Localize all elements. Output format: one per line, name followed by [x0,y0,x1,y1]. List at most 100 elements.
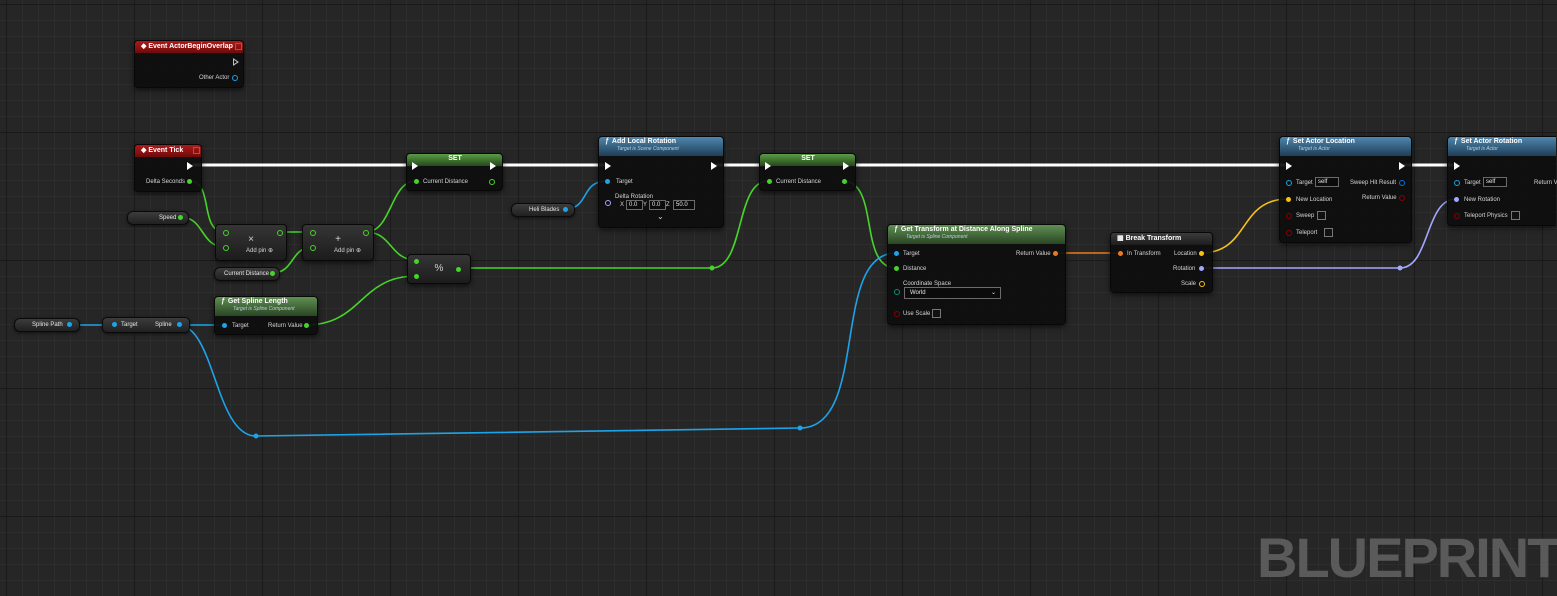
rotator-out-pin[interactable] [1199,266,1204,271]
chevron-down-icon[interactable]: ⌄ [657,213,664,221]
set-actor-rotation-node[interactable]: ƒ Set Actor Rotation Target is Actor Targ… [1447,136,1557,226]
float-in-pin[interactable] [414,274,419,279]
speed-variable[interactable]: Speed [127,211,189,225]
heli-blades-variable[interactable]: Heli Blades [511,203,575,217]
exec-out-pin[interactable] [490,162,496,170]
teleport-physics-checkbox[interactable] [1511,211,1520,220]
bool-in-pin[interactable] [1286,230,1292,236]
collapse-box[interactable] [235,43,242,50]
modulo-node[interactable]: % [407,254,471,284]
object-out-pin[interactable] [67,322,72,327]
node-header[interactable]: ƒ Get Transform at Distance Along Spline … [888,225,1065,244]
object-in-pin[interactable] [112,322,117,327]
float-in-pin[interactable] [414,179,419,184]
float-in-pin[interactable] [223,245,229,251]
object-in-pin[interactable] [894,251,899,256]
add-node[interactable]: + Add pin ⊕ [302,224,374,261]
vector-out-pin[interactable] [1199,251,1204,256]
struct-out-pin[interactable] [1399,180,1405,186]
float-out-pin[interactable] [363,230,369,236]
object-in-pin[interactable] [1286,180,1292,186]
exec-out-pin[interactable] [187,162,193,170]
set-current-distance-node-2[interactable]: SET Current Distance [759,153,856,191]
blueprint-graph[interactable]: ◆ Event ActorBeginOverlap Other Actor ◆ … [0,0,1557,596]
node-header[interactable]: ◆ Event ActorBeginOverlap [135,41,243,53]
transform-in-pin[interactable] [1118,251,1123,256]
break-transform-node[interactable]: ▦ Break Transform In Transform Location … [1110,232,1213,293]
object-out-pin[interactable] [177,322,182,327]
float-out-pin[interactable] [489,179,495,185]
exec-out-pin[interactable] [843,162,849,170]
node-header[interactable]: ƒ Get Spline Length Target is Spline Comp… [215,297,317,316]
exec-in-pin[interactable] [1454,162,1460,170]
transform-out-pin[interactable] [1053,251,1058,256]
float-out-pin[interactable] [456,267,461,272]
sweep-checkbox[interactable] [1317,211,1326,220]
object-out-pin[interactable] [232,75,238,81]
exec-out-pin[interactable] [711,162,717,170]
bool-in-pin[interactable] [894,311,900,317]
pin-label: Sweep Hit Result [1350,180,1397,186]
float-out-pin[interactable] [842,179,847,184]
set-actor-location-node[interactable]: ƒ Set Actor Location Target is Actor Targ… [1279,136,1412,243]
float-out-pin[interactable] [178,215,183,220]
enum-in-pin[interactable] [894,289,900,295]
float-out-pin[interactable] [270,271,275,276]
node-header[interactable]: SET [760,154,855,166]
node-header[interactable]: ƒ Set Actor Rotation Target is Actor [1448,137,1556,156]
vector-in-pin[interactable] [1286,197,1291,202]
object-in-pin[interactable] [1454,180,1460,186]
object-out-pin[interactable] [563,207,568,212]
bool-out-pin[interactable] [1399,195,1405,201]
target-self-input[interactable]: self [1315,177,1339,187]
get-transform-at-distance-node[interactable]: ƒ Get Transform at Distance Along Spline … [887,224,1066,325]
pin-label: Target [1296,180,1313,186]
add-pin-button[interactable]: Add pin ⊕ [246,247,273,254]
rotator-in-pin[interactable] [605,200,611,206]
coordinate-space-dropdown[interactable]: World ⌄ [904,287,1001,299]
use-scale-checkbox[interactable] [932,309,941,318]
rotation-z-input[interactable]: 50.0 [673,200,695,210]
node-header[interactable]: ƒ Set Actor Location Target is Actor [1280,137,1411,156]
rotator-in-pin[interactable] [1454,197,1459,202]
add-pin-button[interactable]: Add pin ⊕ [334,247,361,254]
multiply-node[interactable]: × Add pin ⊕ [215,224,287,261]
exec-in-pin[interactable] [765,162,771,170]
add-local-rotation-node[interactable]: ƒ Add Local Rotation Target is Scene Comp… [598,136,724,228]
node-header[interactable]: SET [407,154,502,166]
node-header[interactable]: ▦ Break Transform [1111,233,1212,245]
float-in-pin[interactable] [767,179,772,184]
collapse-box[interactable] [193,147,200,154]
event-actor-begin-overlap-node[interactable]: ◆ Event ActorBeginOverlap Other Actor [134,40,244,88]
node-title: Event ActorBeginOverlap [148,43,233,50]
exec-in-pin[interactable] [1286,162,1292,170]
node-header[interactable]: ƒ Add Local Rotation Target is Scene Comp… [599,137,723,156]
float-out-pin[interactable] [304,323,309,328]
object-in-pin[interactable] [605,179,610,184]
float-out-pin[interactable] [187,179,192,184]
spline-path-variable[interactable]: Spline Path [14,318,80,332]
object-in-pin[interactable] [222,323,227,328]
float-in-pin[interactable] [310,245,316,251]
break-icon: ▦ [1117,235,1126,242]
bool-in-pin[interactable] [1286,213,1292,219]
vector-out-pin[interactable] [1199,281,1205,287]
bool-in-pin[interactable] [1454,213,1460,219]
node-header[interactable]: ◆ Event Tick [135,145,201,157]
pin-label: Return Value [268,323,303,329]
event-tick-node[interactable]: ◆ Event Tick Delta Seconds [134,144,202,192]
exec-out-pin[interactable] [1399,162,1405,170]
target-self-input[interactable]: self [1483,177,1507,187]
set-current-distance-node[interactable]: SET Current Distance [406,153,503,191]
exec-out-pin[interactable] [233,58,239,66]
exec-in-pin[interactable] [412,162,418,170]
float-out-pin[interactable] [277,230,283,236]
get-spline-length-node[interactable]: ƒ Get Spline Length Target is Spline Comp… [214,296,318,335]
rotation-y-input[interactable]: 0.0 [649,200,666,210]
teleport-checkbox[interactable] [1324,228,1333,237]
exec-in-pin[interactable] [605,162,611,170]
get-spline-node[interactable]: Target Spline [102,317,190,333]
current-distance-variable[interactable]: Current Distance [214,267,280,281]
rotation-x-input[interactable]: 0.0 [626,200,643,210]
float-in-pin[interactable] [894,266,899,271]
